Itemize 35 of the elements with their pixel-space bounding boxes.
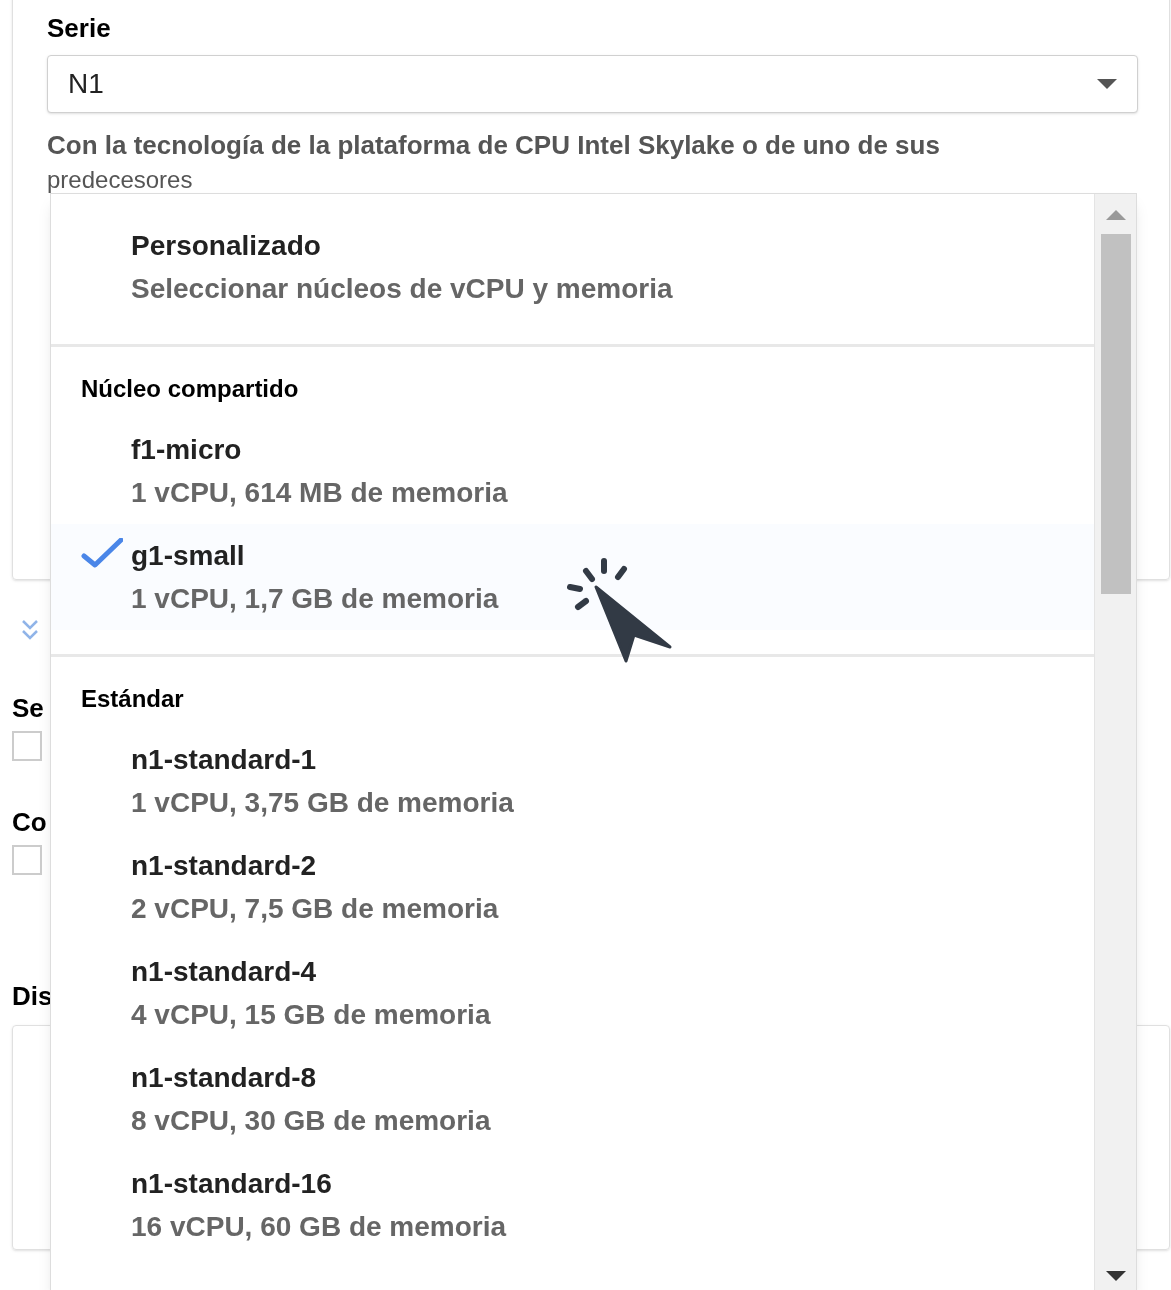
field-description: Con la tecnología de la plataforma de CPU Intel Skylake o de uno de sus — [47, 129, 941, 162]
scrollbar[interactable] — [1094, 194, 1136, 1290]
section-label: Dis — [12, 981, 53, 1011]
scroll-down-icon[interactable] — [1105, 1271, 1126, 1281]
option-detail: 4 vCPU, 15 GB de memoria — [131, 998, 492, 1032]
section-label: Se — [12, 693, 44, 723]
machine-type-option[interactable]: g1-small 1 vCPU, 1,7 GB de memoria — [51, 524, 1094, 630]
checkbox[interactable] — [12, 845, 42, 875]
option-name: n1-standard-16 — [131, 1167, 333, 1201]
double-chevron-icon — [20, 618, 40, 642]
checkmark-icon — [81, 538, 123, 568]
option-name: n1-standard-2 — [131, 849, 318, 883]
checkbox[interactable] — [12, 731, 42, 761]
series-select[interactable]: N1 — [47, 55, 1138, 113]
option-detail: 1 vCPU, 3,75 GB de memoria — [131, 786, 515, 820]
caret-icon — [1097, 79, 1117, 89]
scrollbar-thumb[interactable] — [1100, 234, 1131, 594]
section-label: Co — [12, 807, 47, 837]
group-header: Estándar — [81, 684, 185, 714]
scroll-up-icon[interactable] — [1105, 210, 1126, 220]
field-description: predecesores — [47, 165, 194, 195]
option-name: f1-micro — [131, 433, 243, 467]
option-name: n1-standard-4 — [131, 955, 318, 989]
option-detail: Seleccionar núcleos de vCPU y memoria — [131, 272, 674, 306]
option-name: Personalizado — [131, 229, 322, 263]
option-detail: 8 vCPU, 30 GB de memoria — [131, 1104, 492, 1138]
option-detail: 16 vCPU, 60 GB de memoria — [131, 1210, 508, 1244]
option-detail: 1 vCPU, 614 MB de memoria — [131, 476, 509, 510]
option-detail: 1 vCPU, 1,7 GB de memoria — [131, 582, 500, 616]
option-detail: 2 vCPU, 7,5 GB de memoria — [131, 892, 500, 926]
option-name: n1-standard-1 — [131, 743, 318, 777]
option-name: g1-small — [131, 539, 246, 573]
option-name: n1-standard-8 — [131, 1061, 318, 1095]
group-header: Núcleo compartido — [81, 374, 300, 404]
field-label: Serie — [47, 12, 112, 45]
